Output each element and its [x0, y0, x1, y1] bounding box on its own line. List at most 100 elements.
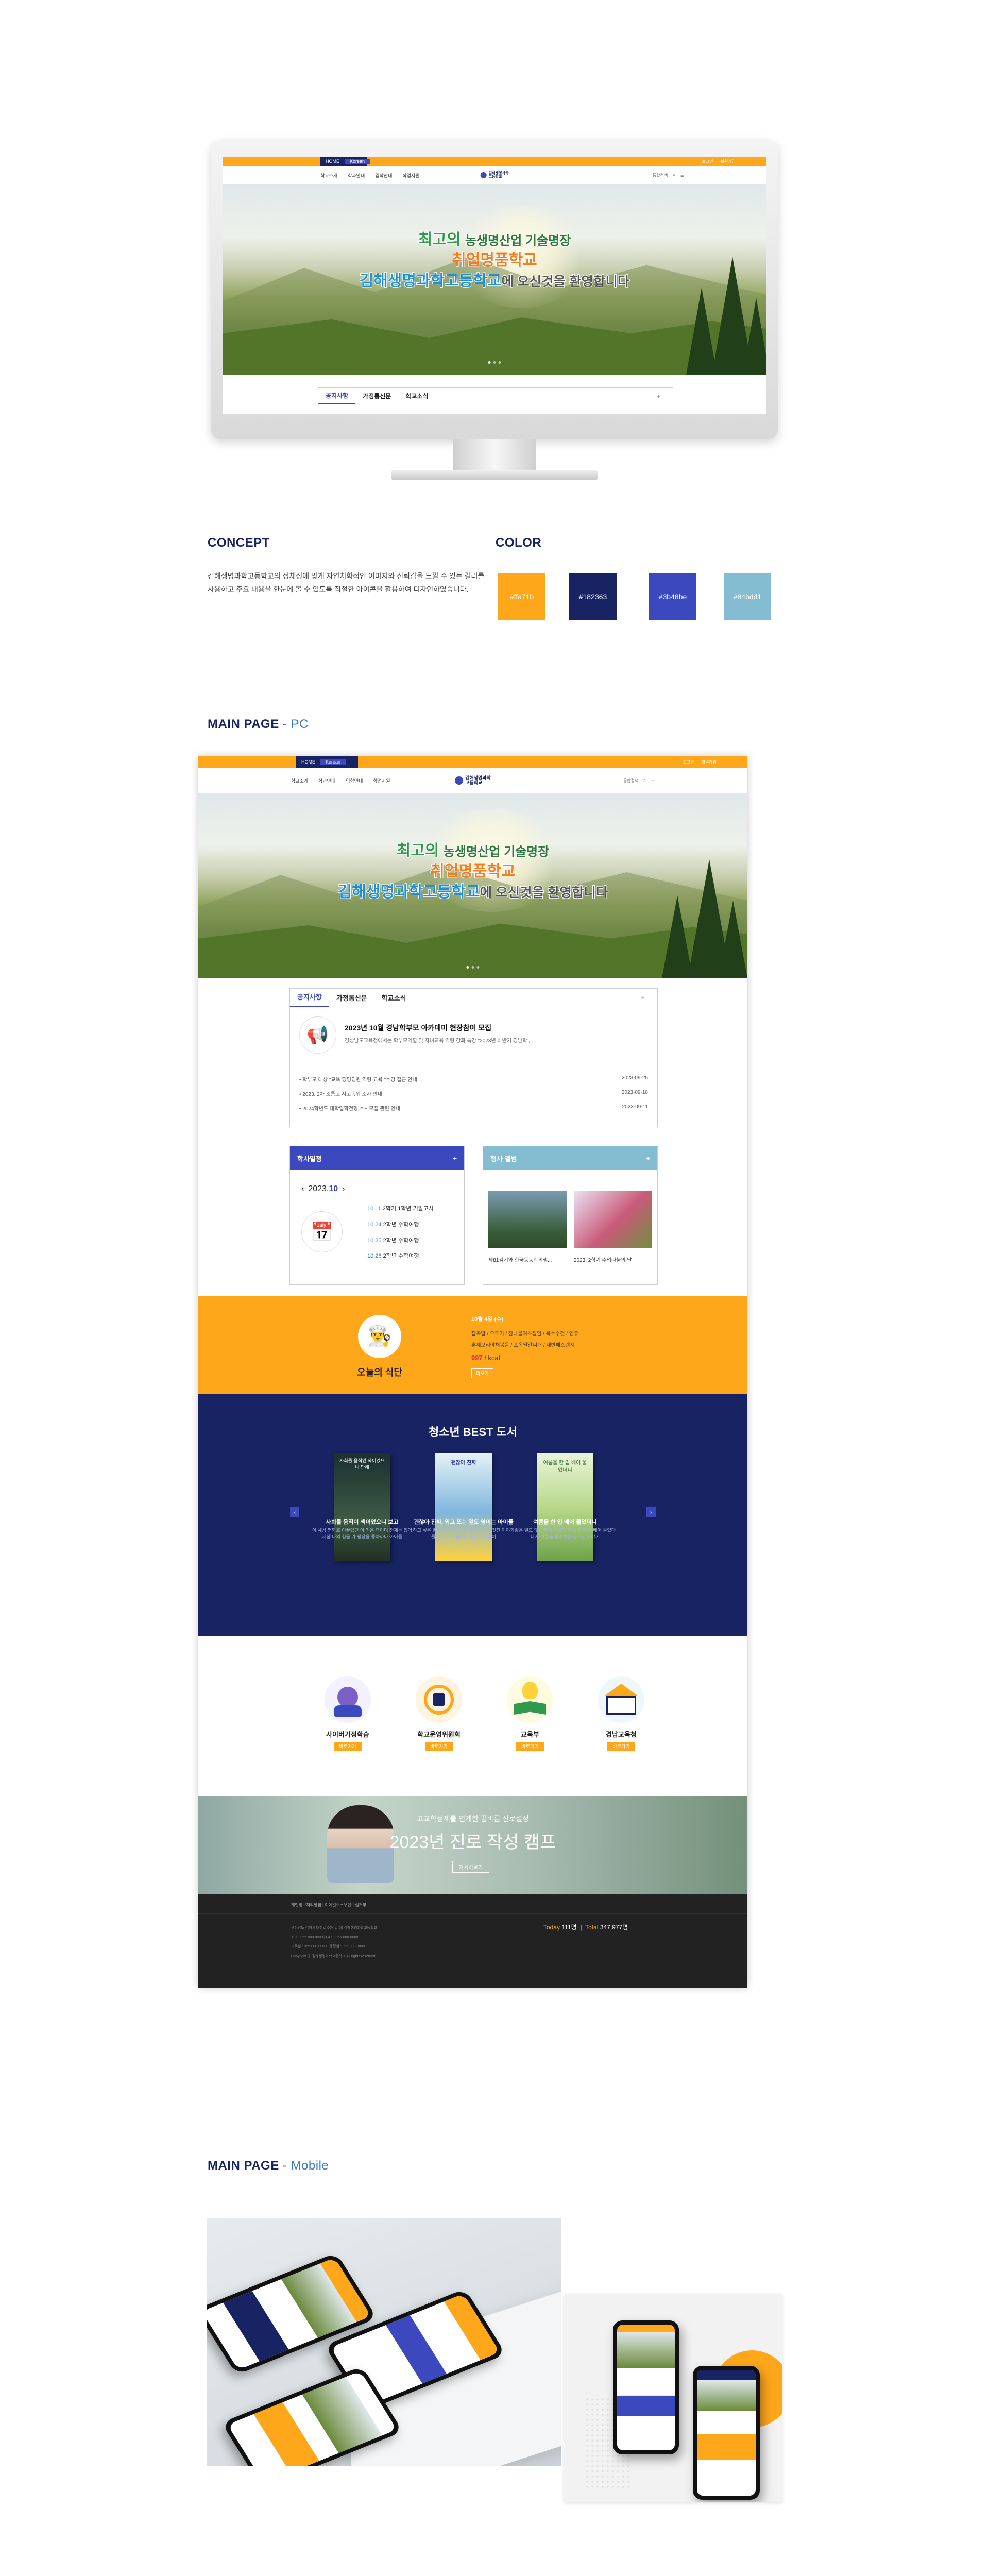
list-item[interactable]: 10.11 2학기 1학년 기말고사 [367, 1201, 434, 1217]
books-title: 청소년 BEST 도서 [428, 1426, 518, 1438]
tab-news[interactable]: 학교소식 [374, 993, 414, 1003]
menu-icon[interactable]: ☰ [651, 778, 655, 783]
list-item[interactable]: 10.26 2학년 수학여행 [367, 1248, 434, 1264]
next-month-icon[interactable]: › [342, 1184, 345, 1194]
monitor-screen: HOME Korean 로그인 회원가입 학교소개 학과안내 입학안내 학업지원… [223, 157, 766, 414]
book-desc: 좋은 일도 많다 말이 다르다 여름이 한 입 베어 물었다 다시 여름을 돌아… [514, 1528, 616, 1539]
schedule-box: 학사일정 + ‹ 2023.10 › 📅 10.11 2학기 1학년 기말고사 1… [289, 1146, 465, 1285]
shortcut-button[interactable]: 바로가기 [607, 1742, 635, 1751]
meal-menu: 훈제오리야채볶음 / 포옥달걀찌개 / 내반해스캔지 [471, 1343, 575, 1348]
signup-link[interactable]: 회원가입 [721, 159, 736, 164]
korean-link[interactable]: Korean [320, 759, 346, 765]
month-nav: ‹ 2023.10 › [301, 1184, 345, 1194]
search-icon[interactable]: ⌕ [673, 173, 675, 178]
prev-arrow-icon[interactable]: ‹ [290, 1507, 299, 1517]
search-link[interactable]: 통합검색 [623, 778, 638, 784]
book-cover[interactable]: 사회를 움직인 책이었으니 만해 [334, 1453, 390, 1561]
korean-link[interactable]: Korean [345, 159, 370, 164]
menu-item[interactable]: 학업지원 [402, 172, 419, 179]
meal-kcal: 997 / kcal [471, 1354, 500, 1362]
album-photo[interactable] [574, 1191, 652, 1248]
list-item[interactable]: • 학부모 대상 "교육 딩딩딩원 역량 교육 "수강 접근 안내 2023-09… [299, 1075, 648, 1083]
committee-icon [416, 1676, 462, 1723]
chef-hat-icon: 👨‍🍳 [358, 1315, 401, 1358]
building-icon [598, 1676, 644, 1723]
search-link[interactable]: 통합검색 [653, 173, 668, 178]
login-link[interactable]: 로그인 [702, 159, 713, 164]
megaphone-icon: 📢 [299, 1016, 336, 1054]
pc-main-page: HOME Korean 로그인 회원가입 학교소개 학과안내 입학안내 학업지원… [198, 756, 747, 1988]
slider-dots[interactable] [488, 361, 501, 364]
menu-item[interactable]: 학교소개 [291, 777, 308, 784]
menu-item[interactable]: 학교소개 [320, 172, 337, 179]
quick-link-committee[interactable]: 학교운영위원회 바로가기 [387, 1676, 490, 1751]
book-title[interactable]: 사회를 움직이 책이었으니 보고 [311, 1518, 414, 1526]
search-icon[interactable]: ⌕ [643, 778, 645, 783]
menu-item[interactable]: 입학안내 [375, 172, 392, 179]
more-plus-icon[interactable]: + [634, 994, 652, 1002]
emblem-icon [455, 776, 464, 785]
featured-notice-title[interactable]: 2023년 10월 경남학부모 아카데미 현장참여 모집 [345, 1023, 491, 1033]
quick-link-label: 사이버가정학습 [326, 1731, 369, 1738]
footer-links[interactable]: 개인정보처리방침 | 이메일주소무단수집거부 [291, 1902, 366, 1908]
shortcut-button[interactable]: 바로가기 [334, 1742, 362, 1751]
header-tools: 통합검색 ⌕ ☰ [653, 173, 684, 178]
school-logo[interactable]: 김해생명과학 고등학교 [480, 172, 508, 179]
header-tools: 통합검색 ⌕ ☰ [623, 778, 655, 784]
school-logo[interactable]: 김해생명과학 고등학교 [455, 775, 491, 786]
tab-newsletter[interactable]: 가정통신문 [355, 392, 398, 400]
banner-detail-button[interactable]: 자세히보기 [452, 1861, 489, 1873]
quick-link-moe[interactable]: 교육부 바로가기 [479, 1676, 582, 1751]
list-item[interactable]: • 2024학년도 대학입학전형 수시모집 관련 안내 2023-09-11 [299, 1104, 648, 1112]
hero-line-3: 김해생명과학고등학교에 오신것을 환영합니다 [337, 884, 608, 901]
more-plus-icon[interactable]: + [646, 1155, 650, 1162]
book-cover[interactable]: 괜찮아 진짜 [435, 1453, 492, 1561]
list-item[interactable]: 10.24 2학년 수학여행 [367, 1217, 434, 1233]
site-footer: 개인정보처리방침 | 이메일주소무단수집거부 경상남도 김해시 대청로 00번길… [198, 1894, 747, 1988]
list-item[interactable]: 10.25 2학년 수학여행 [367, 1233, 434, 1249]
album-photo[interactable] [488, 1191, 567, 1248]
home-link[interactable]: HOME [320, 159, 345, 164]
notice-tabs: 공지사항 가정통신문 학교소식 + [318, 387, 673, 414]
hero-line-1: 최고의 농생명산업 기술명장 [418, 231, 571, 248]
meal-section: 👨‍🍳 오늘의 식단 10월 4일 (수) 잡곡밥 / 우두기 / 참나물여초절… [198, 1296, 747, 1394]
prev-month-icon[interactable]: ‹ [301, 1184, 304, 1194]
quick-link-cyber[interactable]: 사이버가정학습 바로가기 [296, 1676, 399, 1751]
more-plus-icon[interactable]: + [650, 393, 668, 400]
phone-mockup [693, 2366, 760, 2500]
tab-news[interactable]: 학교소식 [398, 392, 435, 400]
top-links: 로그인 회원가입 [702, 157, 736, 166]
more-plus-icon[interactable]: + [453, 1155, 457, 1162]
mobile-mockup-isometric [207, 2218, 561, 2466]
tab-notice[interactable]: 공지사항 [290, 989, 329, 1007]
meal-title: 오늘의 식단 [357, 1367, 402, 1378]
login-link[interactable]: 로그인 [683, 759, 694, 765]
menu-item[interactable]: 학과안내 [318, 777, 335, 784]
camp-banner[interactable]: 고교학점제를 연계한 꿈바른 진로설정 2023년 진로 작성 캠프 자세히보기 [198, 1796, 747, 1894]
slider-dots[interactable] [466, 966, 480, 969]
shortcut-button[interactable]: 바로가기 [425, 1742, 453, 1751]
next-arrow-icon[interactable]: › [646, 1507, 656, 1517]
meal-more-button[interactable]: 더보기 [471, 1368, 493, 1378]
banner-subtitle: 고교학점제를 연계한 꿈바른 진로설정 [417, 1815, 529, 1823]
quick-link-label: 경남교육청 [606, 1731, 637, 1738]
book-title[interactable]: 여름을 한 입 베어 물었더니 [514, 1518, 617, 1526]
tab-notice[interactable]: 공지사항 [318, 388, 356, 404]
quick-link-gne[interactable]: 경남교육청 바로가기 [570, 1676, 673, 1751]
menu-icon[interactable]: ☰ [680, 173, 684, 178]
book-cover[interactable]: 여름을 한 입 베어 물었더니 [537, 1453, 593, 1561]
hero-line-3: 김해생명과학고등학교에 오신것을 환영합니다 [359, 273, 630, 290]
home-link[interactable]: HOME [296, 759, 320, 765]
tab-newsletter[interactable]: 가정통신문 [329, 993, 374, 1003]
book-title[interactable]: 괜찮아 진짜, 외고 또는 일도 영이는 아이들 [412, 1518, 515, 1526]
hero-line-2: 취업명품학교 [452, 252, 537, 269]
shortcut-button[interactable]: 바로가기 [516, 1742, 544, 1751]
menu-item[interactable]: 입학안내 [346, 777, 363, 784]
menu-item[interactable]: 학과안내 [348, 172, 365, 179]
logo-text: 고등학교 [465, 780, 483, 785]
list-item[interactable]: • 2023. 2차 조통고 시고독위 조사 안내 2023-09-18 [299, 1090, 648, 1097]
menu-item[interactable]: 학업지원 [373, 777, 390, 784]
banner-title: 2023년 진로 작성 캠프 [389, 1833, 556, 1852]
signup-link[interactable]: 회원가입 [702, 759, 717, 765]
hero-banner: 최고의 농생명산업 기술명장 취업명품학교 김해생명과학고등학교에 오신것을 환… [223, 184, 766, 375]
